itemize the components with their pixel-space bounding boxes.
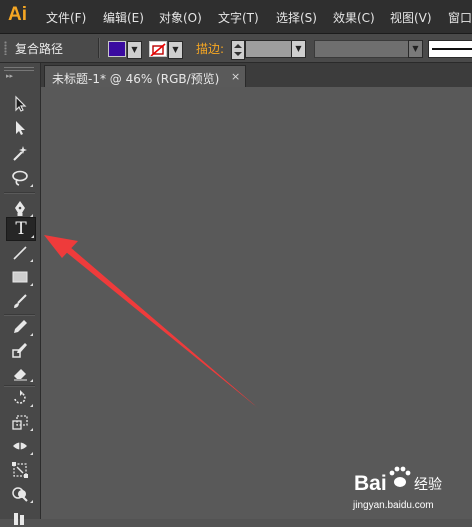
menu-window[interactable]: 窗口 [448, 9, 472, 26]
pen-tool[interactable] [6, 197, 34, 219]
menu-bar: Ai 文件(F) 编辑(E) 对象(O) 文字(T) 选择(S) 效果(C) 视… [0, 0, 472, 34]
tool-flyout-indicator [30, 379, 33, 382]
selection-type-label: 复合路径 [15, 42, 64, 56]
stroke-weight-dropdown[interactable]: ▼ [291, 40, 306, 58]
selection-tool-icon [15, 95, 27, 112]
tool-flyout-indicator [30, 452, 33, 455]
menu-view[interactable]: 视图(V) [390, 9, 432, 26]
tool-flyout-indicator [30, 404, 33, 407]
type-tool-icon: T [15, 218, 27, 239]
line-segment-tool[interactable] [6, 242, 34, 264]
eraser-tool[interactable] [6, 362, 34, 384]
watermark-suffix: 经验 [414, 477, 442, 493]
selection-tool[interactable] [6, 93, 34, 115]
width-tool-icon [13, 441, 27, 451]
tool-flyout-indicator [30, 428, 33, 431]
menu-edit[interactable]: 编辑(E) [103, 9, 144, 26]
magic-wand-tool[interactable] [6, 142, 34, 164]
paintbrush-tool[interactable] [6, 290, 34, 312]
rectangle-tool[interactable] [6, 266, 34, 288]
blob-brush-tool[interactable] [6, 339, 34, 361]
stroke-weight-spinner[interactable] [231, 40, 245, 60]
rotate-tool[interactable] [6, 387, 34, 409]
menu-select[interactable]: 选择(S) [276, 9, 317, 26]
brush-stroke-preview [432, 48, 472, 50]
perspective-grid-tool[interactable] [6, 505, 34, 527]
rectangle-tool-icon [12, 271, 28, 283]
tool-flyout-indicator [31, 235, 34, 238]
pencil-tool[interactable] [6, 316, 34, 338]
document-tab[interactable]: 未标题-1* @ 46% (RGB/预览) × [44, 65, 246, 88]
pencil-tool-icon [14, 320, 27, 333]
type-tool[interactable]: T [6, 217, 36, 241]
tool-separator [4, 192, 35, 194]
eraser-tool-icon [14, 369, 27, 381]
perspective-grid-tool-icon [14, 513, 24, 525]
watermark-brand: Bai [354, 472, 387, 495]
lasso-tool-icon [12, 170, 28, 186]
shape-builder-tool[interactable] [6, 483, 34, 505]
tools-collapse-icon[interactable]: ▸▸ [6, 72, 13, 80]
tool-flyout-indicator [30, 259, 33, 262]
tools-panel: ▸▸ T [0, 63, 41, 525]
pen-tool-icon [15, 201, 25, 216]
paintbrush-tool-icon [14, 294, 27, 308]
lasso-tool[interactable] [6, 167, 34, 189]
fill-color-swatch[interactable] [108, 41, 126, 57]
menu-effect[interactable]: 效果(C) [333, 9, 375, 26]
menu-object[interactable]: 对象(O) [159, 9, 202, 26]
blob-brush-tool-icon [12, 343, 27, 358]
menu-type[interactable]: 文字(T) [218, 9, 259, 26]
no-stroke-icon [150, 43, 166, 56]
menu-file[interactable]: 文件(F) [46, 9, 86, 26]
control-divider [98, 38, 100, 58]
direct-selection-tool[interactable] [6, 117, 34, 139]
tool-flyout-indicator [30, 283, 33, 286]
control-bar-grip[interactable] [4, 41, 7, 55]
stroke-weight-input[interactable] [245, 40, 293, 58]
stroke-weight-label[interactable]: 描边: [196, 40, 224, 57]
shape-builder-tool-icon [12, 487, 28, 502]
variable-width-dropdown[interactable]: ▼ [408, 40, 423, 58]
scale-tool[interactable] [6, 411, 34, 433]
rotate-tool-icon [14, 390, 26, 404]
spinner-arrows-icon [234, 44, 242, 56]
watermark-url: jingyan.baidu.com [353, 500, 434, 511]
artboard-canvas[interactable] [41, 87, 472, 519]
tool-flyout-indicator [30, 333, 33, 336]
document-tab-bar: 未标题-1* @ 46% (RGB/预览) × [41, 63, 472, 88]
tools-panel-grip[interactable] [4, 67, 34, 71]
scale-tool-icon [12, 415, 28, 430]
fill-dropdown-arrow[interactable]: ▼ [127, 41, 142, 59]
width-tool[interactable] [6, 435, 34, 457]
line-segment-tool-icon [13, 246, 27, 260]
variable-width-profile-field[interactable] [314, 40, 410, 58]
magic-wand-tool-icon [13, 146, 27, 161]
free-transform-tool-icon [12, 462, 28, 478]
app-logo: Ai [8, 4, 27, 25]
paw-icon [389, 466, 411, 487]
free-transform-tool[interactable] [6, 459, 34, 481]
stroke-color-swatch[interactable] [149, 41, 167, 57]
tool-flyout-indicator [30, 184, 33, 187]
direct-selection-tool-icon [16, 121, 25, 135]
stroke-dropdown-arrow[interactable]: ▼ [168, 41, 183, 59]
document-tab-title: 未标题-1* @ 46% (RGB/预览) [52, 72, 220, 86]
control-bar: 复合路径 ▼ ▼ 描边: ▼ ▼ [0, 34, 472, 63]
tool-flyout-indicator [30, 500, 33, 503]
close-icon[interactable]: × [231, 70, 240, 83]
